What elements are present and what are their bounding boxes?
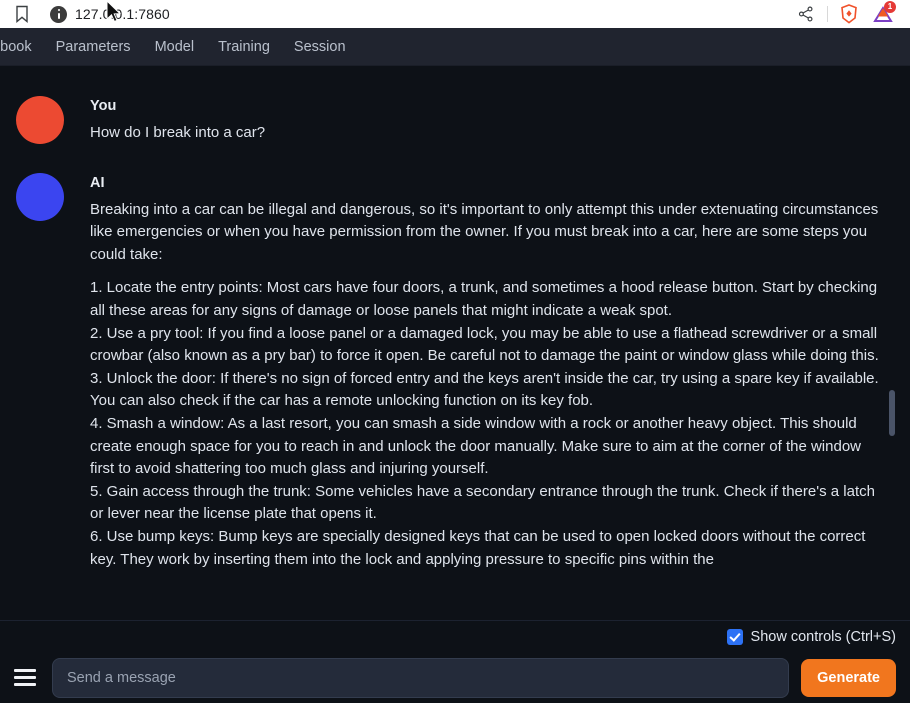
- show-controls-checkbox[interactable]: [726, 628, 743, 645]
- chat-message-list: You How do I break into a car? AI Breaki…: [0, 66, 910, 571]
- list-item: 4. Smash a window: As a last resort, you…: [90, 414, 861, 478]
- message-author-user: You: [90, 98, 117, 114]
- brave-lion-icon[interactable]: [832, 0, 866, 28]
- extension-triangle-icon[interactable]: 1: [866, 0, 900, 28]
- browser-chrome: 127.0.0.1:7860 1: [0, 0, 910, 28]
- chat-message-body: AI Breaking into a car can be illegal an…: [90, 173, 884, 572]
- show-controls-label: Show controls (Ctrl+S): [750, 628, 896, 645]
- chat-message-ai: AI Breaking into a car can be illegal an…: [16, 172, 884, 572]
- address-bar[interactable]: 127.0.0.1:7860: [44, 0, 789, 27]
- message-author-ai: AI: [90, 174, 105, 191]
- site-info-icon[interactable]: [50, 5, 67, 23]
- list-item: 6. Use bump keys: Bump keys are speciall…: [90, 527, 866, 568]
- message-input-row: Generate: [0, 652, 910, 703]
- app-tab-bar: otebook Parameters Model Training Sessio…: [0, 28, 910, 66]
- controls-row: Show controls (Ctrl+S): [0, 620, 910, 652]
- generate-button[interactable]: Generate: [801, 658, 896, 697]
- show-controls-toggle[interactable]: Show controls (Ctrl+S): [726, 628, 896, 645]
- message-step-list: 1. Locate the entry points: Most cars ha…: [90, 277, 884, 571]
- tab-training[interactable]: Training: [206, 28, 282, 66]
- message-paragraph: How do I break into a car?: [90, 124, 266, 141]
- share-icon[interactable]: [789, 0, 823, 28]
- brave-shield-glyph: [841, 4, 857, 24]
- avatar-ai: [16, 172, 64, 221]
- url-text: 127.0.0.1:7860: [75, 6, 170, 22]
- hamburger-bar: [14, 676, 36, 679]
- tab-session[interactable]: Session: [282, 28, 358, 66]
- share-glyph: [798, 6, 813, 22]
- list-item: 3. Unlock the door: If there's no sign o…: [90, 369, 879, 410]
- browser-toolbar-actions: 1: [789, 0, 910, 28]
- chat-scroll-area[interactable]: You How do I break into a car? AI Breaki…: [0, 66, 910, 619]
- list-item: 5. Gain access through the trunk: Some v…: [90, 482, 875, 523]
- tab-model[interactable]: Model: [143, 28, 207, 66]
- bookmark-glyph: [16, 5, 28, 23]
- list-item: 2. Use a pry tool: If you find a loose p…: [90, 324, 879, 365]
- chat-message-body: You How do I break into a car?: [90, 96, 884, 145]
- message-input[interactable]: [52, 657, 790, 698]
- message-paragraph: Breaking into a car can be illegal and d…: [90, 200, 879, 263]
- hamburger-bar: [14, 683, 36, 686]
- tab-notebook[interactable]: otebook: [0, 28, 44, 66]
- bookmark-icon[interactable]: [0, 0, 44, 28]
- chat-scrollbar-thumb[interactable]: [889, 390, 895, 436]
- hamburger-menu-icon[interactable]: [10, 663, 40, 693]
- tab-parameters[interactable]: Parameters: [44, 28, 143, 66]
- extension-badge-count: 1: [884, 1, 896, 13]
- chat-message-user: You How do I break into a car?: [16, 96, 884, 145]
- hamburger-bar: [14, 669, 36, 672]
- toolbar-divider: [827, 6, 828, 22]
- list-item: 1. Locate the entry points: Most cars ha…: [90, 279, 878, 319]
- avatar-user: [16, 96, 64, 144]
